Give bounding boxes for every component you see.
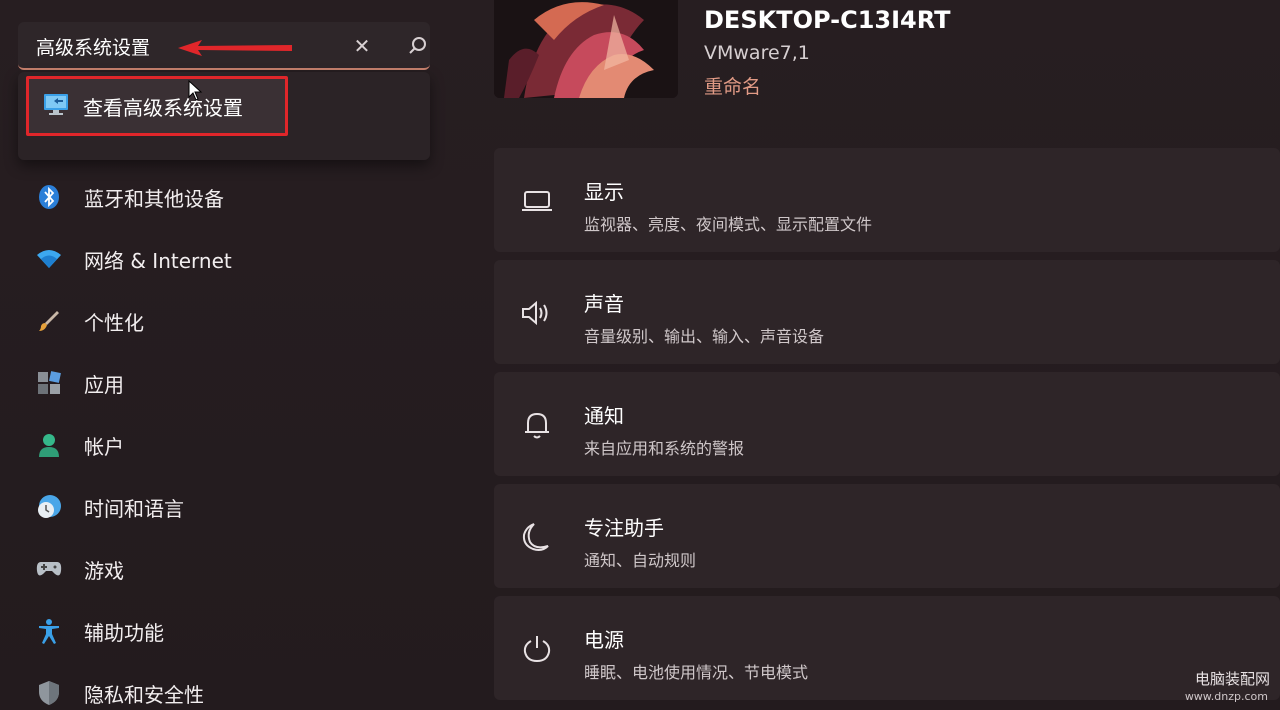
red-arrow-annotation bbox=[178, 40, 292, 56]
sidebar-item-label: 网络 & Internet bbox=[84, 248, 232, 273]
clear-icon[interactable]: ✕ bbox=[350, 34, 374, 58]
search-icon[interactable] bbox=[406, 34, 430, 58]
sidebar-item-bluetooth[interactable]: 蓝牙和其他设备 bbox=[18, 166, 438, 228]
card-subtitle: 来自应用和系统的警报 bbox=[584, 439, 745, 458]
rename-link[interactable]: 重命名 bbox=[704, 72, 761, 99]
search-suggestions: 查看高级系统设置 bbox=[18, 72, 430, 160]
wifi-icon bbox=[36, 246, 62, 272]
card-title: 显示 bbox=[584, 180, 624, 204]
card-title: 通知 bbox=[584, 404, 624, 428]
card-sound[interactable]: 声音 音量级别、输出、输入、声音设备 bbox=[494, 260, 1280, 364]
sidebar-item-label: 蓝牙和其他设备 bbox=[84, 186, 224, 211]
device-name: DESKTOP-C13I4RT bbox=[704, 6, 951, 34]
card-title: 专注助手 bbox=[584, 516, 664, 540]
sidebar-item-accessibility[interactable]: 辅助功能 bbox=[18, 600, 438, 662]
card-display[interactable]: 显示 监视器、亮度、夜间模式、显示配置文件 bbox=[494, 148, 1280, 252]
power-icon bbox=[520, 632, 554, 666]
watermark-name: 电脑装配网 bbox=[1194, 670, 1270, 688]
sidebar-item-label: 隐私和安全性 bbox=[84, 682, 204, 707]
suggestion-label: 查看高级系统设置 bbox=[83, 95, 243, 120]
sidebar-item-network[interactable]: 网络 & Internet bbox=[18, 228, 438, 290]
apps-icon bbox=[36, 370, 62, 396]
mouse-cursor-icon bbox=[188, 80, 203, 101]
suggestion-advanced-system-settings[interactable]: 查看高级系统设置 bbox=[26, 76, 288, 136]
sidebar-item-label: 帐户 bbox=[84, 434, 124, 459]
card-subtitle: 通知、自动规则 bbox=[584, 551, 697, 570]
card-subtitle: 音量级别、输出、输入、声音设备 bbox=[584, 327, 825, 346]
card-subtitle: 监视器、亮度、夜间模式、显示配置文件 bbox=[584, 215, 873, 234]
card-notifications[interactable]: 通知 来自应用和系统的警报 bbox=[494, 372, 1280, 476]
card-power[interactable]: 电源 睡眠、电池使用情况、节电模式 bbox=[494, 596, 1280, 700]
accessibility-icon bbox=[36, 618, 62, 644]
card-title: 电源 bbox=[584, 628, 624, 652]
system-settings-list: 显示 监视器、亮度、夜间模式、显示配置文件 声音 音量级别、输出、输入、声音设备… bbox=[494, 148, 1280, 708]
sidebar: ✕ 查看高级系统设置 蓝牙和其他设备 bbox=[0, 0, 460, 710]
bell-icon bbox=[520, 408, 554, 442]
shield-icon bbox=[36, 680, 62, 706]
sidebar-nav: 蓝牙和其他设备 网络 & Internet 个性化 应用 帐户 时间和语言 游戏… bbox=[18, 166, 438, 710]
speaker-icon bbox=[520, 296, 554, 330]
sidebar-item-privacy[interactable]: 隐私和安全性 bbox=[18, 662, 438, 710]
sidebar-item-label: 游戏 bbox=[84, 558, 124, 583]
sidebar-item-gaming[interactable]: 游戏 bbox=[18, 538, 438, 600]
bluetooth-icon bbox=[36, 184, 62, 210]
sidebar-item-accounts[interactable]: 帐户 bbox=[18, 414, 438, 476]
card-title: 声音 bbox=[584, 292, 624, 316]
sidebar-item-label: 个性化 bbox=[84, 310, 144, 335]
sidebar-item-label: 时间和语言 bbox=[84, 496, 184, 521]
watermark-url: www.dnzp.com bbox=[1184, 690, 1268, 703]
card-focus-assist[interactable]: 专注助手 通知、自动规则 bbox=[494, 484, 1280, 588]
sidebar-item-label: 应用 bbox=[84, 372, 124, 397]
person-icon bbox=[36, 432, 62, 458]
sidebar-item-personalization[interactable]: 个性化 bbox=[18, 290, 438, 352]
gamepad-icon bbox=[36, 556, 62, 582]
settings-window: ✕ 查看高级系统设置 蓝牙和其他设备 bbox=[0, 0, 1280, 710]
card-subtitle: 睡眠、电池使用情况、节电模式 bbox=[584, 663, 809, 682]
clock-globe-icon bbox=[36, 494, 62, 520]
brush-icon bbox=[36, 308, 62, 334]
sidebar-item-label: 辅助功能 bbox=[84, 620, 164, 645]
laptop-icon bbox=[520, 184, 554, 218]
desktop-wallpaper-thumbnail[interactable] bbox=[494, 0, 678, 98]
sidebar-item-apps[interactable]: 应用 bbox=[18, 352, 438, 414]
sidebar-item-time-language[interactable]: 时间和语言 bbox=[18, 476, 438, 538]
moon-icon bbox=[520, 520, 554, 554]
monitor-settings-icon bbox=[43, 92, 69, 120]
device-model: VMware7,1 bbox=[704, 42, 810, 64]
